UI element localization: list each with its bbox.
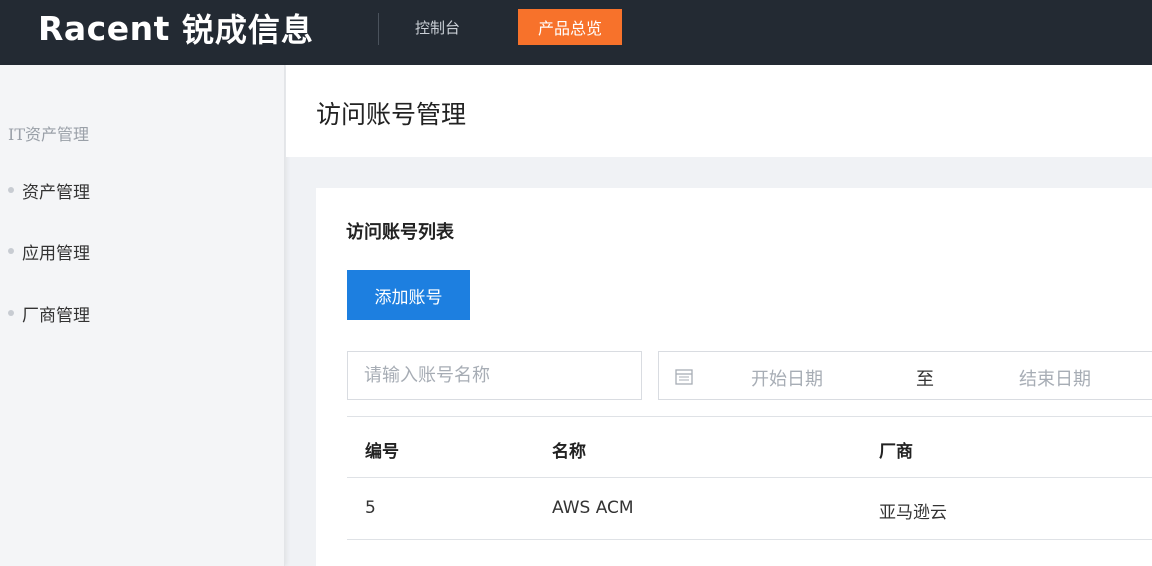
date-range-picker[interactable]: 开始日期 至 结束日期 <box>658 351 1152 400</box>
calendar-icon <box>675 369 693 385</box>
cell-name: AWS ACM <box>552 498 634 518</box>
sidebar-item-vendor-management[interactable]: 厂商管理 <box>8 301 90 326</box>
sidebar-group-label: IT资产管理 <box>8 125 89 144</box>
sidebar-item-label: 厂商管理 <box>22 305 90 326</box>
sidebar-item-asset-management[interactable]: 资产管理 <box>8 178 90 203</box>
nav-products-button[interactable]: 产品总览 <box>518 9 622 45</box>
date-range-separator: 至 <box>916 369 934 390</box>
start-date-input[interactable]: 开始日期 <box>751 365 823 391</box>
column-header-vendor[interactable]: 厂商 <box>879 437 913 462</box>
card-title: 访问账号列表 <box>346 222 454 243</box>
account-list-card: 访问账号列表 添加账号 开始日期 至 结束日期 编号 名称 厂商 5 AWS A… <box>316 188 1152 566</box>
sidebar-item-label: 应用管理 <box>22 243 90 264</box>
cell-id: 5 <box>365 498 376 518</box>
account-name-search-input[interactable] <box>347 351 642 400</box>
sidebar: IT资产管理 资产管理 应用管理 厂商管理 <box>0 65 285 566</box>
logo-text-en: Racent <box>38 8 170 48</box>
logo[interactable]: Racent 锐成信息 <box>38 8 314 50</box>
add-account-button[interactable]: 添加账号 <box>347 270 470 320</box>
account-table: 编号 名称 厂商 5 AWS ACM 亚马逊云 <box>347 416 1152 540</box>
header-divider <box>378 13 379 45</box>
table-header: 编号 名称 厂商 <box>347 416 1152 478</box>
top-bar: Racent 锐成信息 控制台 产品总览 <box>0 0 1152 65</box>
table-row[interactable]: 5 AWS ACM 亚马逊云 <box>347 478 1152 540</box>
page-header: 访问账号管理 <box>286 65 1152 157</box>
nav-console-link[interactable]: 控制台 <box>415 16 460 40</box>
bullet-icon <box>8 248 14 254</box>
bullet-icon <box>8 310 14 316</box>
end-date-input[interactable]: 结束日期 <box>1019 365 1091 391</box>
page-title: 访问账号管理 <box>316 100 467 129</box>
column-header-name[interactable]: 名称 <box>552 437 586 462</box>
cell-vendor: 亚马逊云 <box>879 503 947 523</box>
sidebar-item-app-management[interactable]: 应用管理 <box>8 239 90 264</box>
sidebar-item-label: 资产管理 <box>22 182 90 203</box>
bullet-icon <box>8 187 14 193</box>
column-header-id[interactable]: 编号 <box>365 437 399 462</box>
logo-text-cn: 锐成信息 <box>181 11 314 49</box>
